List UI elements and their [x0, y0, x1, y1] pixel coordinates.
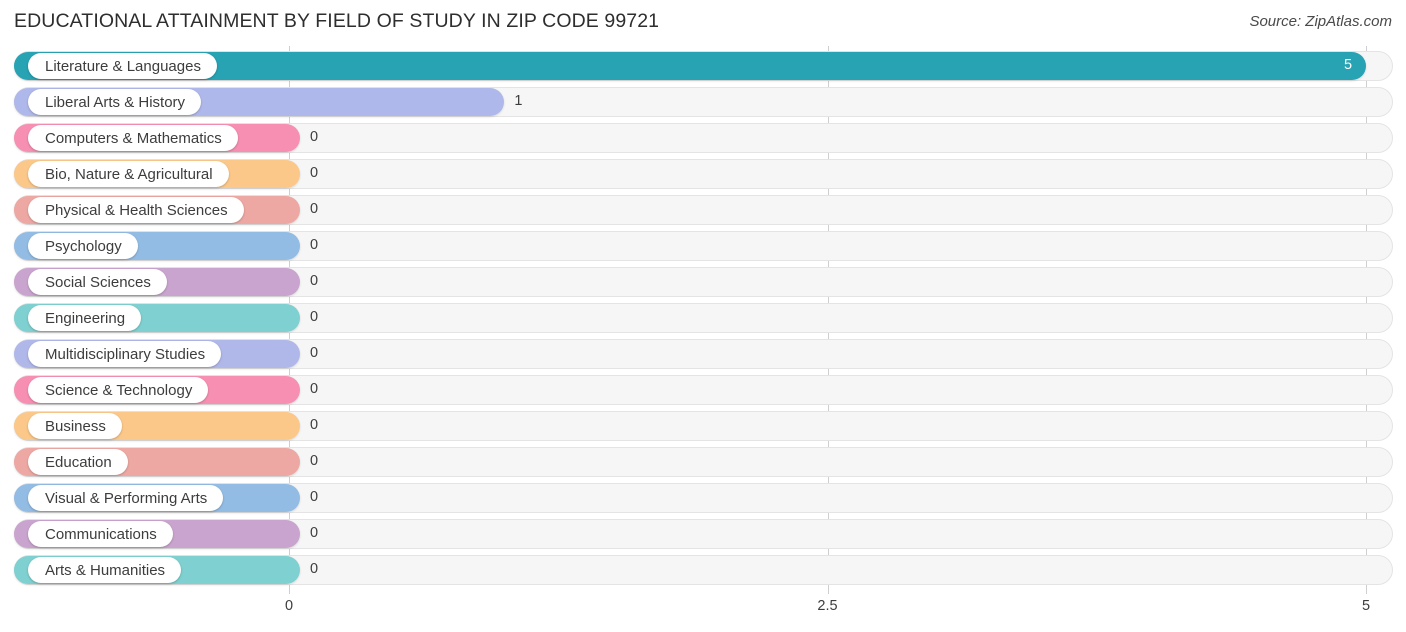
bar-label-capsule: Arts & Humanities	[28, 557, 182, 583]
bar-value-label: 0	[310, 381, 319, 397]
bar-value-label: 1	[514, 93, 523, 109]
chart-plot-area: Literature & Languages 5 Liberal Arts & Hi…	[0, 46, 1406, 594]
bar-value-label: 0	[310, 453, 319, 469]
table-row[interactable]: Bio, Nature & Agricultural 0	[14, 159, 1393, 189]
bar-label-capsule: Visual & Performing Arts	[28, 485, 224, 511]
table-row[interactable]: Education 0	[14, 447, 1393, 477]
bar-label-capsule: Business	[28, 413, 122, 439]
page-title: EDUCATIONAL ATTAINMENT BY FIELD OF STUDY…	[14, 10, 660, 32]
bar-label-capsule: Computers & Mathematics	[28, 125, 238, 151]
table-row[interactable]: Computers & Mathematics 0	[14, 123, 1393, 153]
bar-value-label: 0	[310, 345, 319, 361]
bar-label-capsule: Literature & Languages	[28, 53, 217, 79]
bar-category-label: Engineering	[45, 309, 126, 327]
bar-value-label: 0	[310, 417, 319, 433]
bar-value-label: 0	[310, 273, 319, 289]
bar-value-label: 0	[310, 489, 319, 505]
bar-value-label: 0	[310, 561, 319, 577]
bar-value-label: 0	[310, 165, 319, 181]
bar-value-label: 0	[310, 309, 319, 325]
bar-category-label: Multidisciplinary Studies	[45, 345, 206, 363]
table-row[interactable]: Multidisciplinary Studies 0	[14, 339, 1393, 369]
bar-value-label: 0	[310, 237, 319, 253]
x-tick-label: 5	[1361, 598, 1371, 614]
bar-category-label: Psychology	[45, 237, 122, 255]
bar-value-label: 0	[310, 129, 319, 145]
bar-label-capsule: Psychology	[28, 233, 138, 259]
bar-category-label: Liberal Arts & History	[45, 93, 186, 111]
bar-label-capsule: Bio, Nature & Agricultural	[28, 161, 229, 187]
bar-category-label: Visual & Performing Arts	[45, 489, 208, 507]
table-row[interactable]: Communications 0	[14, 519, 1393, 549]
source-label: Source: ZipAtlas.com	[1249, 13, 1392, 30]
bar-category-label: Education	[45, 453, 112, 471]
table-row[interactable]: Psychology 0	[14, 231, 1393, 261]
bar-category-label: Bio, Nature & Agricultural	[45, 165, 213, 183]
bar-category-label: Social Sciences	[45, 273, 151, 291]
bar-category-label: Arts & Humanities	[45, 561, 166, 579]
x-axis: 0 2.5 5	[0, 594, 1406, 632]
bar-category-label: Science & Technology	[45, 381, 193, 399]
table-row[interactable]: Science & Technology 0	[14, 375, 1393, 405]
bar-label-capsule: Multidisciplinary Studies	[28, 341, 222, 367]
chart-header: EDUCATIONAL ATTAINMENT BY FIELD OF STUDY…	[0, 0, 1406, 46]
bar-label-capsule: Physical & Health Sciences	[28, 197, 244, 223]
x-tick-label: 2.5	[817, 598, 838, 614]
table-row[interactable]: Visual & Performing Arts 0	[14, 483, 1393, 513]
table-row[interactable]: Liberal Arts & History 1	[14, 87, 1393, 117]
table-row[interactable]: Social Sciences 0	[14, 267, 1393, 297]
table-row[interactable]: Arts & Humanities 0	[14, 555, 1393, 585]
bar-value-label: 0	[310, 525, 319, 541]
table-row[interactable]: Engineering 0	[14, 303, 1393, 333]
bar-category-label: Physical & Health Sciences	[45, 201, 228, 219]
bar-value-label: 0	[310, 201, 319, 217]
x-tick-label: 0	[284, 598, 294, 614]
bar-label-capsule: Science & Technology	[28, 377, 209, 403]
bar-category-label: Business	[45, 417, 106, 435]
bar-label-capsule: Liberal Arts & History	[28, 89, 202, 115]
bar-category-label: Computers & Mathematics	[45, 129, 222, 147]
bar-label-capsule: Social Sciences	[28, 269, 167, 295]
bar-label-capsule: Education	[28, 449, 128, 475]
table-row[interactable]: Physical & Health Sciences 0	[14, 195, 1393, 225]
bar-label-capsule: Communications	[28, 521, 173, 547]
bar-category-label: Literature & Languages	[45, 57, 201, 75]
bar-value-label: 5	[1344, 57, 1353, 73]
table-row[interactable]: Literature & Languages 5	[14, 51, 1393, 81]
bar-category-label: Communications	[45, 525, 157, 543]
table-row[interactable]: Business 0	[14, 411, 1393, 441]
bar-label-capsule: Engineering	[28, 305, 142, 331]
